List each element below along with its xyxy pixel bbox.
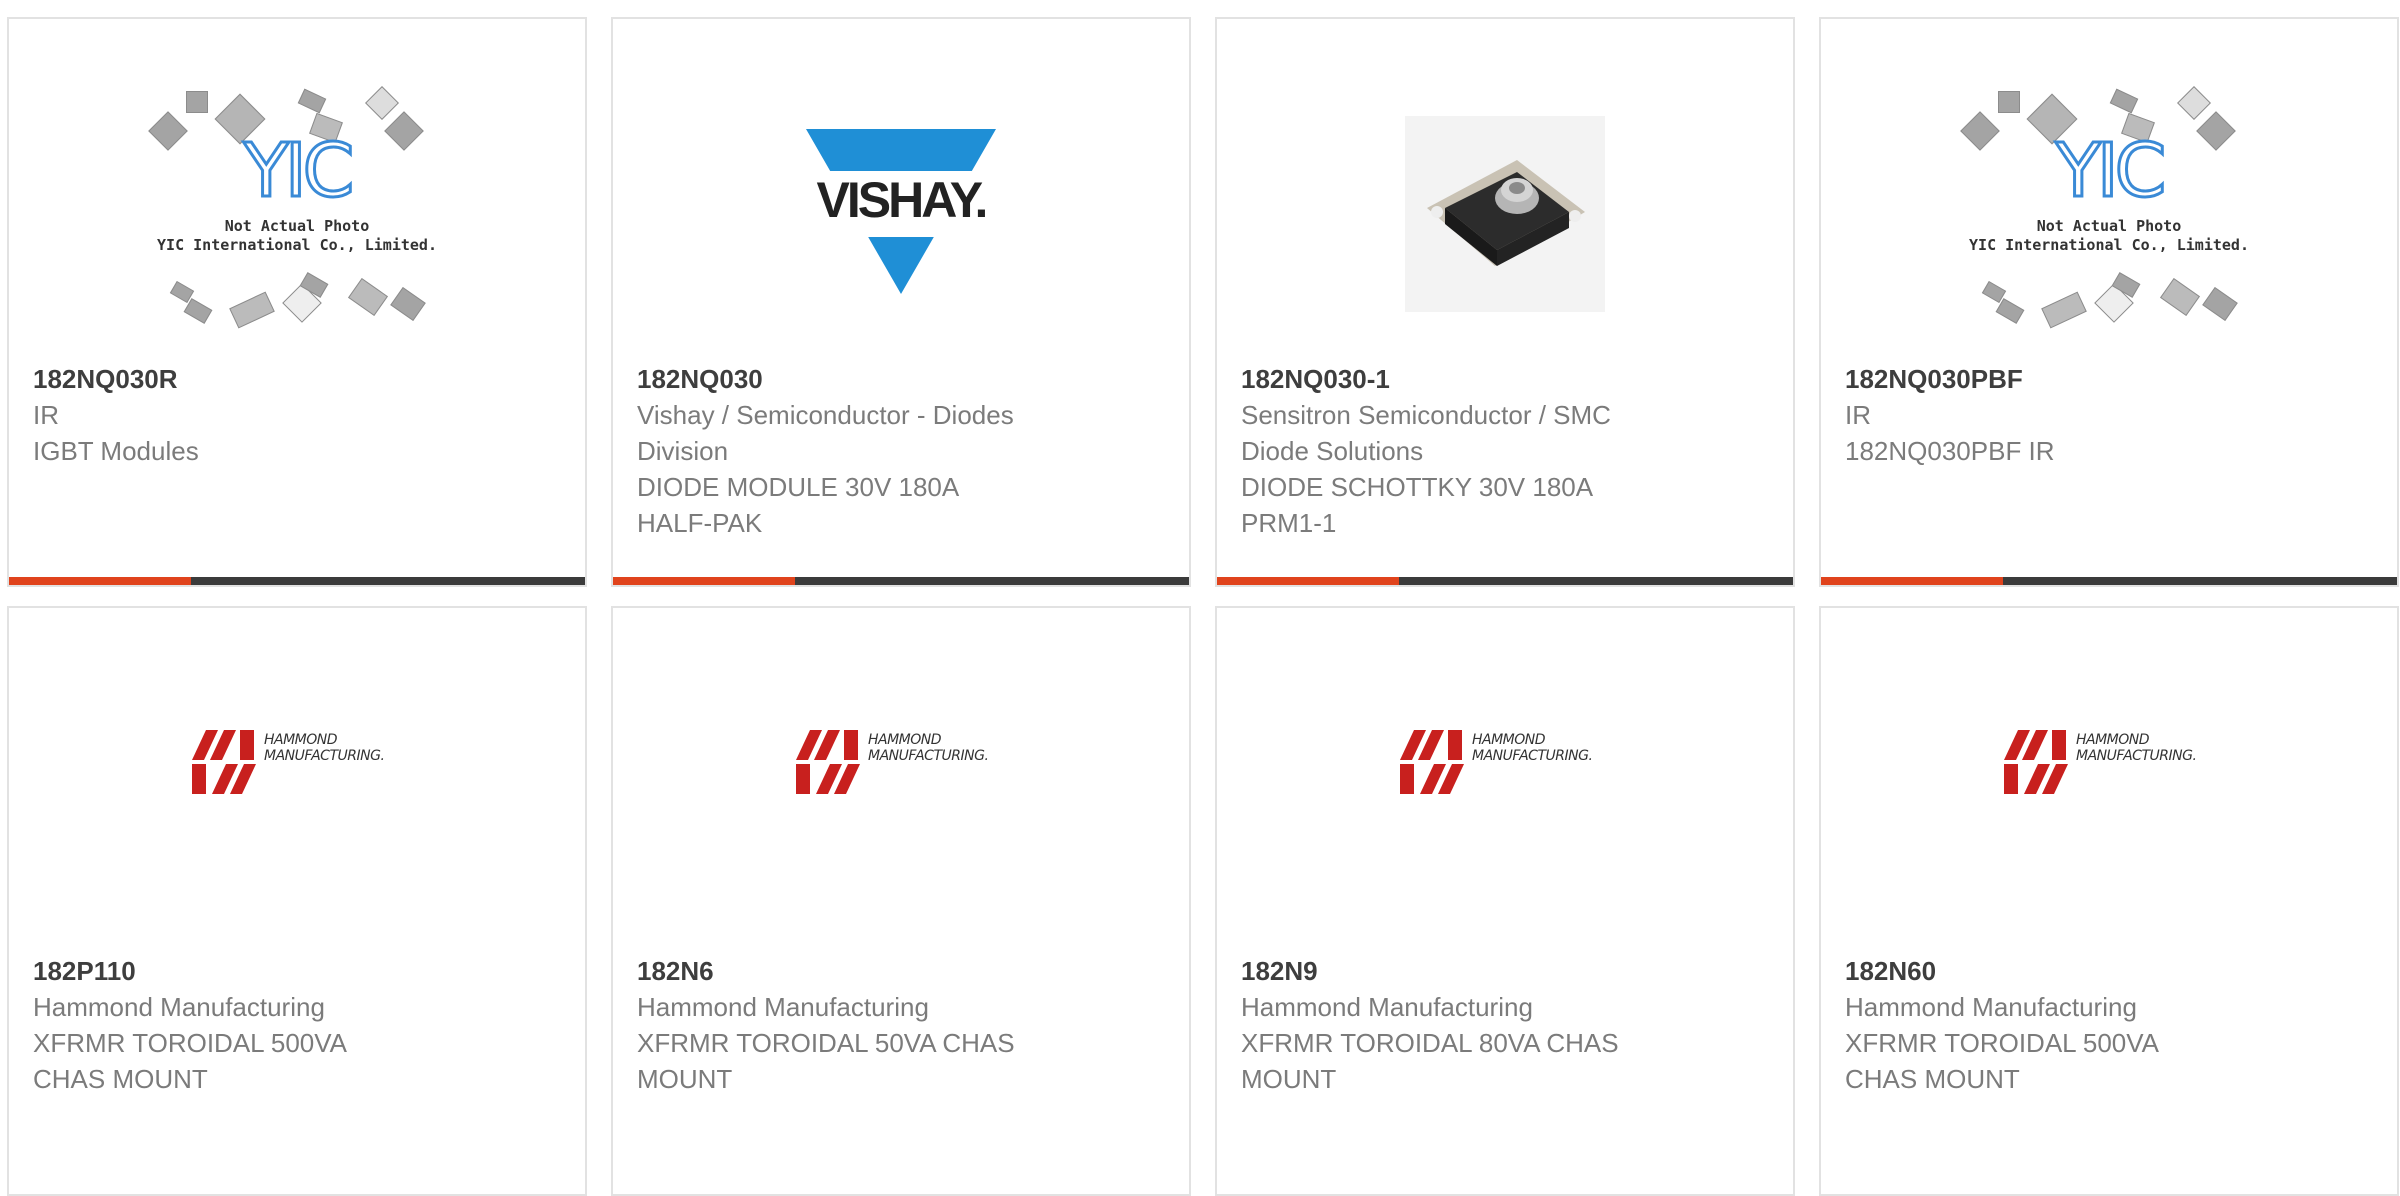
product-card[interactable]: HAMMOND MANUFACTURING. 182N60 Hammond Ma… [1819, 606, 2399, 1196]
product-image[interactable]: HAMMOND MANUFACTURING. [1217, 650, 1793, 880]
description: XFRMR TOROIDAL 80VA CHAS [1241, 1028, 1619, 1058]
hammond-logo: HAMMOND MANUFACTURING. [1400, 722, 1610, 808]
description: DIODE MODULE 30V 180A [637, 472, 960, 502]
product-image[interactable]: HAMMOND MANUFACTURING. [9, 650, 585, 880]
hammond-logo: HAMMOND MANUFACTURING. [796, 722, 1006, 808]
product-card[interactable]: HAMMOND MANUFACTURING. 182N6 Hammond Man… [611, 606, 1191, 1196]
description: HALF-PAK [637, 508, 763, 538]
manufacturer: Division [637, 436, 729, 466]
description: MOUNT [637, 1064, 733, 1094]
description: MOUNT [1241, 1064, 1337, 1094]
product-card[interactable]: HAMMOND MANUFACTURING. 182P110 Hammond M… [7, 606, 587, 1196]
manufacturer: IR [1845, 400, 1871, 430]
product-card[interactable]: VISHAY. 182NQ030 Vishay / Semiconductor … [611, 17, 1191, 587]
card-bottom-bar [9, 577, 585, 585]
product-image[interactable]: YIC Not Actual Photo YIC International C… [1821, 79, 2397, 349]
yic-placeholder-image: YIC Not Actual Photo YIC International C… [148, 86, 442, 339]
product-card[interactable]: 182NQ030-1 Sensitron Semiconductor / SMC… [1215, 17, 1795, 587]
product-card[interactable]: YIC Not Actual Photo YIC International C… [1819, 17, 2399, 587]
hammond-logo: HAMMOND MANUFACTURING. [192, 722, 402, 808]
description: PRM1-1 [1241, 508, 1337, 538]
part-number[interactable]: 182N9 [1241, 953, 1773, 989]
product-image[interactable]: VISHAY. [613, 79, 1189, 349]
manufacturer: Vishay / Semiconductor - Diodes [637, 400, 1014, 430]
description: CHAS MOUNT [33, 1064, 208, 1094]
hammond-logo: HAMMOND MANUFACTURING. [2004, 722, 2214, 808]
part-number[interactable]: 182NQ030-1 [1241, 361, 1773, 397]
part-number[interactable]: 182NQ030R [33, 361, 565, 397]
part-number[interactable]: 182NQ030PBF [1845, 361, 2377, 397]
part-number[interactable]: 182N6 [637, 953, 1169, 989]
card-bottom-bar [1217, 577, 1793, 585]
part-number[interactable]: 182P110 [33, 953, 565, 989]
description: IGBT Modules [33, 436, 199, 466]
manufacturer: Hammond Manufacturing [1845, 992, 2137, 1022]
product-image[interactable]: YIC Not Actual Photo YIC International C… [9, 79, 585, 349]
part-number[interactable]: 182N60 [1845, 953, 2377, 989]
description: XFRMR TOROIDAL 500VA [1845, 1028, 2160, 1058]
manufacturer: Sensitron Semiconductor / SMC [1241, 400, 1611, 430]
diode-module-photo [1405, 116, 1605, 312]
yic-logo: YIC [2054, 128, 2168, 214]
manufacturer: Hammond Manufacturing [1241, 992, 1533, 1022]
manufacturer: Hammond Manufacturing [33, 992, 325, 1022]
description: CHAS MOUNT [1845, 1064, 2020, 1094]
yic-placeholder-image: YIC Not Actual Photo YIC International C… [1960, 86, 2254, 339]
product-image[interactable] [1217, 79, 1793, 349]
card-bottom-bar [1821, 577, 2397, 585]
image-caption: Not Actual Photo YIC International Co., … [157, 217, 437, 254]
card-bottom-bar [613, 577, 1189, 585]
product-image[interactable]: HAMMOND MANUFACTURING. [1821, 650, 2397, 880]
description: 182NQ030PBF IR [1845, 436, 2055, 466]
product-card[interactable]: YIC Not Actual Photo YIC International C… [7, 17, 587, 587]
description: XFRMR TOROIDAL 50VA CHAS [637, 1028, 1015, 1058]
product-card[interactable]: HAMMOND MANUFACTURING. 182N9 Hammond Man… [1215, 606, 1795, 1196]
manufacturer: Hammond Manufacturing [637, 992, 929, 1022]
manufacturer: Diode Solutions [1241, 436, 1424, 466]
vishay-logo: VISHAY. [796, 129, 1006, 299]
description: DIODE SCHOTTKY 30V 180A [1241, 472, 1594, 502]
manufacturer: IR [33, 400, 59, 430]
product-image[interactable]: HAMMOND MANUFACTURING. [613, 650, 1189, 880]
part-number[interactable]: 182NQ030 [637, 361, 1169, 397]
image-caption: Not Actual Photo YIC International Co., … [1969, 217, 2249, 254]
yic-logo: YIC [242, 128, 356, 214]
description: XFRMR TOROIDAL 500VA [33, 1028, 348, 1058]
